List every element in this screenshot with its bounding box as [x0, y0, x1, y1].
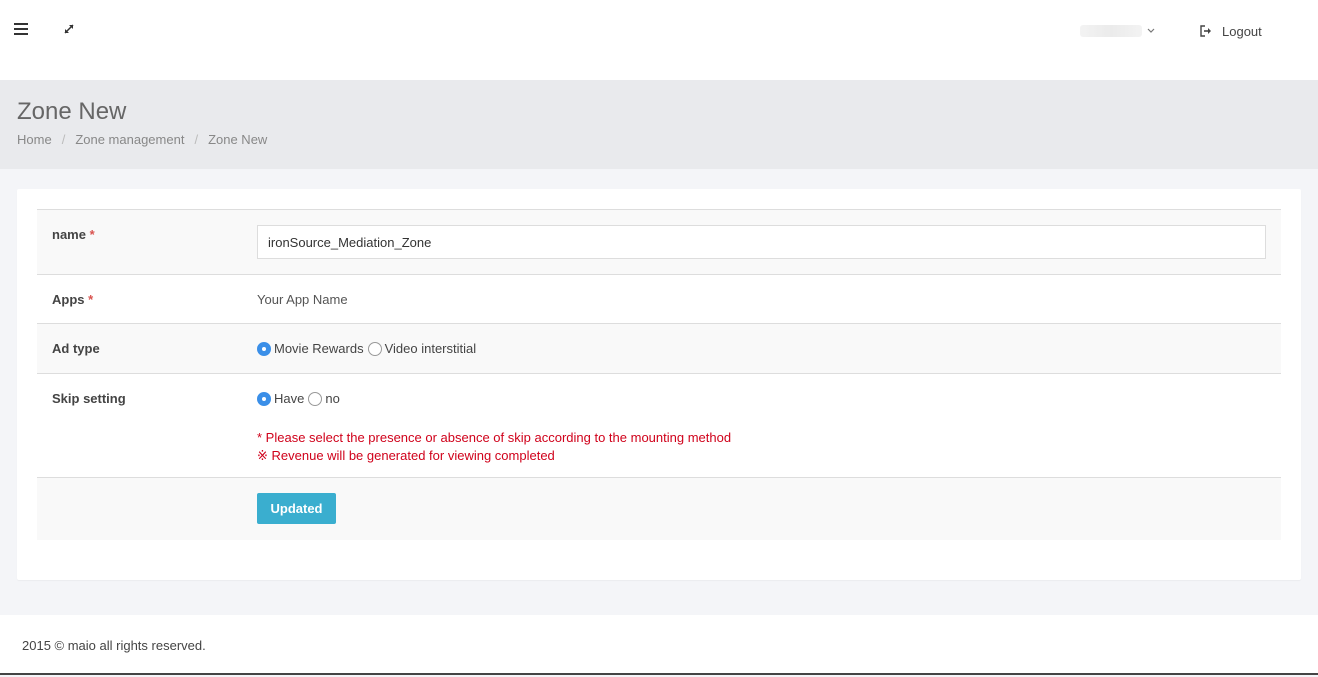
expand-icon[interactable]: [62, 22, 76, 36]
top-navbar: Logout: [0, 0, 1318, 80]
user-dropdown[interactable]: [1080, 22, 1160, 40]
radio-movie-rewards[interactable]: [257, 341, 271, 356]
required-mark: *: [88, 292, 94, 307]
footer: 2015 © maio all rights reserved.: [0, 615, 1318, 675]
apps-label: Apps *: [52, 292, 94, 307]
form-row-apps: Apps * Your App Name: [37, 274, 1281, 323]
form-row-submit: Updated: [37, 477, 1281, 540]
name-label: name *: [52, 227, 95, 242]
radio-video-interstitial-label[interactable]: Video interstitial: [385, 341, 477, 356]
sign-out-icon: [1200, 25, 1211, 37]
zone-form: name * Apps * Your App Name Ad type Movi…: [37, 209, 1281, 540]
zone-form-card: name * Apps * Your App Name Ad type Movi…: [17, 189, 1301, 580]
ad-type-radio-group: Movie Rewards Video interstitial: [257, 341, 480, 356]
breadcrumb-current: Zone New: [208, 132, 268, 147]
breadcrumb-home[interactable]: Home: [17, 132, 52, 147]
logout-label: Logout: [1222, 23, 1262, 39]
form-row-skip-setting: Skip setting Have no * Please select the…: [37, 373, 1281, 477]
form-row-name: name *: [37, 209, 1281, 274]
skip-setting-notes: * Please select the presence or absence …: [257, 429, 731, 465]
ad-type-label: Ad type: [52, 341, 100, 356]
updated-button[interactable]: Updated: [257, 493, 336, 524]
breadcrumb-separator: /: [61, 132, 66, 147]
apps-value: Your App Name: [257, 292, 348, 307]
radio-skip-no[interactable]: [308, 391, 323, 406]
hamburger-icon[interactable]: [14, 23, 28, 37]
form-row-ad-type: Ad type Movie Rewards Video interstitial: [37, 323, 1281, 373]
page-title: Zone New: [17, 98, 127, 125]
radio-skip-have[interactable]: [257, 391, 271, 406]
required-mark: *: [89, 227, 95, 242]
breadcrumb-zone-management[interactable]: Zone management: [75, 132, 184, 147]
chevron-down-icon: [1146, 23, 1156, 37]
skip-setting-label: Skip setting: [52, 391, 126, 406]
user-name-blurred: [1080, 25, 1142, 37]
radio-video-interstitial[interactable]: [367, 341, 382, 356]
radio-movie-rewards-label[interactable]: Movie Rewards: [274, 341, 364, 356]
logout-button[interactable]: Logout: [1200, 22, 1262, 40]
breadcrumb: Home / Zone management / Zone New: [17, 132, 267, 147]
name-input[interactable]: [257, 225, 1266, 259]
copyright-text: 2015 © maio all rights reserved.: [22, 638, 206, 653]
page-header: Zone New Home / Zone management / Zone N…: [0, 80, 1318, 169]
skip-note-2: ※ Revenue will be generated for viewing …: [257, 448, 555, 463]
breadcrumb-separator: /: [194, 132, 199, 147]
skip-setting-radio-group: Have no: [257, 391, 344, 406]
radio-skip-no-label[interactable]: no: [325, 391, 339, 406]
skip-note-1: * Please select the presence or absence …: [257, 430, 732, 445]
radio-skip-have-label[interactable]: Have: [274, 391, 304, 406]
